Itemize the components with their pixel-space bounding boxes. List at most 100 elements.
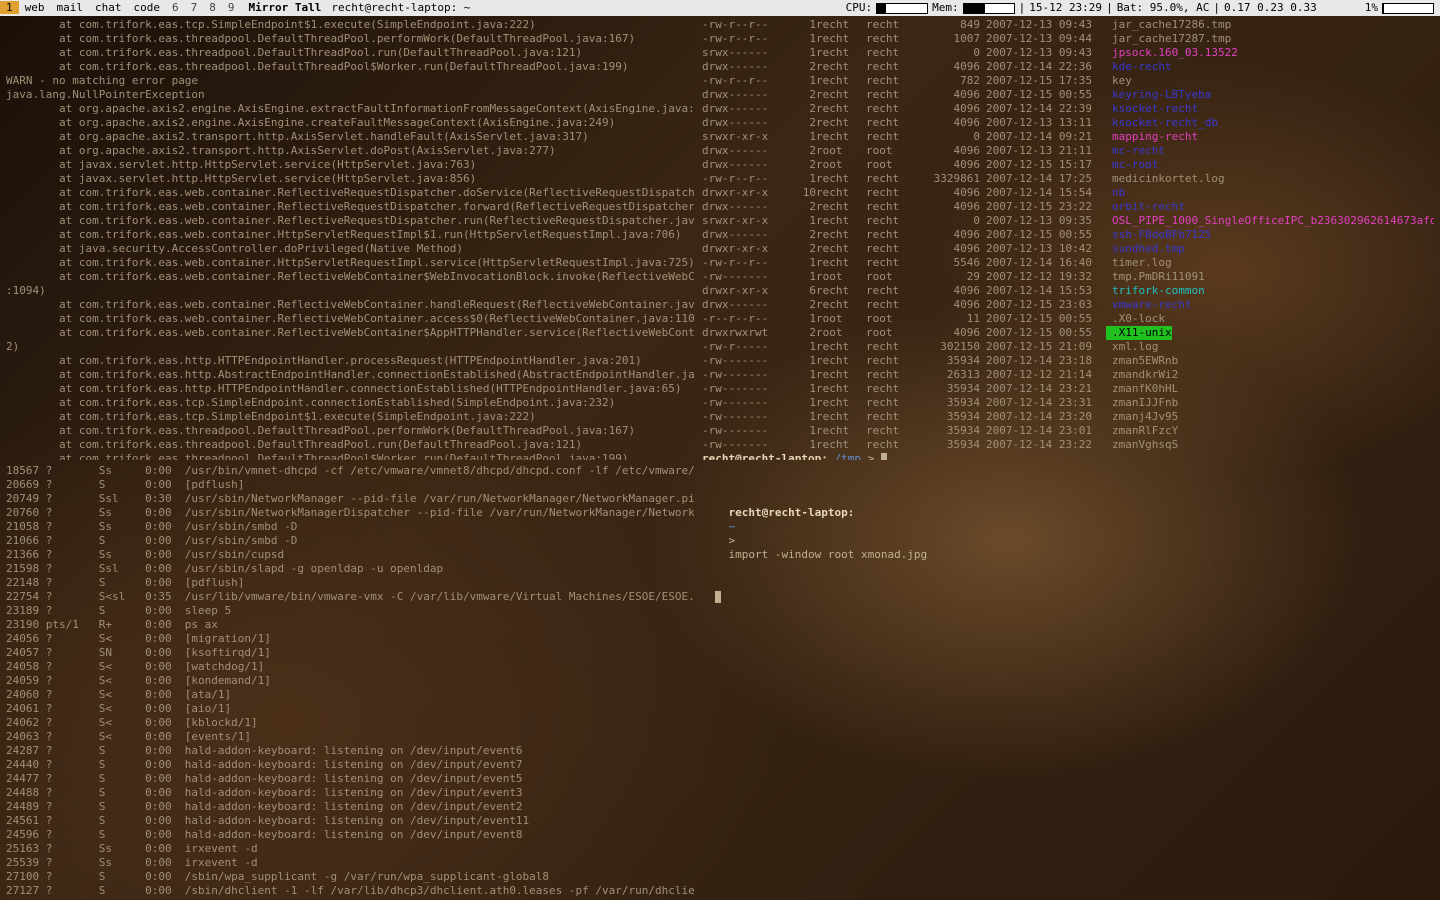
- ps-row: 23189 ? S 0:00 sleep 5: [6, 604, 694, 618]
- prompt-path: /tmp: [834, 452, 861, 460]
- cursor-icon: [715, 591, 721, 603]
- workspace-web[interactable]: web: [19, 1, 51, 14]
- cursor-icon: [881, 453, 887, 460]
- workspace-9[interactable]: 9: [222, 1, 241, 14]
- workspace-7[interactable]: 7: [185, 1, 204, 14]
- ls-row: srwxr-xr-x1rechtrecht02007-12-13 09:35OS…: [702, 214, 1434, 228]
- ls-row: drwx------2rechtrecht40962007-12-14 22:3…: [702, 60, 1434, 74]
- ls-row: -rw-------1rechtrecht359342007-12-14 23:…: [702, 424, 1434, 438]
- ls-filename: kde-recht: [1106, 60, 1172, 74]
- ps-row: 24056 ? S< 0:00 [migration/1]: [6, 632, 694, 646]
- ls-row: -rw-------1rechtrecht359342007-12-14 23:…: [702, 396, 1434, 410]
- ls-filename: zmanRlFzcY: [1106, 424, 1178, 438]
- cpu-label: CPU:: [846, 1, 873, 15]
- ls-row: drwxr-xr-x10rechtrecht40962007-12-14 15:…: [702, 186, 1434, 200]
- ps-row: 24059 ? S< 0:00 [kondemand/1]: [6, 674, 694, 688]
- terminal-import[interactable]: recht@recht-laptop: ~ > import -window r…: [702, 464, 1434, 896]
- ls-filename: OSL_PIPE_1000_SingleOfficeIPC_b236302962…: [1106, 214, 1434, 228]
- ls-filename: jar_cache17287.tmp: [1106, 32, 1231, 46]
- net-meter: [1382, 3, 1434, 14]
- ps-row: 24561 ? S 0:00 hald-addon-keyboard: list…: [6, 814, 694, 828]
- ls-row: drwx------2rechtrecht40962007-12-14 22:3…: [702, 102, 1434, 116]
- ps-row: 24061 ? S< 0:00 [aio/1]: [6, 702, 694, 716]
- ps-row: 22754 ? S<sl 0:35 /usr/lib/vmware/bin/vm…: [6, 590, 694, 604]
- cpu-meter: [876, 3, 928, 14]
- clock: 15-12 23:29: [1029, 1, 1102, 15]
- ls-filename: trifork-common: [1106, 284, 1205, 298]
- ls-filename: nb: [1106, 186, 1125, 200]
- workspace-8[interactable]: 8: [203, 1, 222, 14]
- ls-row: -rw-------1rechtrecht359342007-12-14 23:…: [702, 410, 1434, 424]
- ls-filename: zmandkrWi2: [1106, 368, 1178, 382]
- ls-row: -rw-r--r--1rechtrecht10072007-12-13 09:4…: [702, 32, 1434, 46]
- ls-filename: mc-root: [1106, 158, 1158, 172]
- ls-filename: ksocket-recht: [1106, 102, 1198, 116]
- ls-filename: orbit-recht: [1106, 200, 1185, 214]
- mem-label: Mem:: [932, 1, 959, 15]
- ls-row: -rw-r-----1rechtrecht3021502007-12-15 21…: [702, 340, 1434, 354]
- ls-row: drwxr-xr-x6rechtrecht40962007-12-14 15:5…: [702, 284, 1434, 298]
- ls-filename: medicinkortet.log: [1106, 172, 1225, 186]
- ls-row: drwx------2rootroot40962007-12-13 21:11m…: [702, 144, 1434, 158]
- layout-name: Mirror Tall: [249, 1, 322, 15]
- prompt-host: recht@recht-laptop:: [702, 452, 828, 460]
- ps-row: 24287 ? S 0:00 hald-addon-keyboard: list…: [6, 744, 694, 758]
- ls-filename: .X11-unix: [1106, 326, 1172, 340]
- ps-row: 21366 ? Ss 0:00 /usr/sbin/cupsd: [6, 548, 694, 562]
- mem-meter: [963, 3, 1015, 14]
- terminal-ps[interactable]: 18567 ? Ss 0:00 /usr/bin/vmnet-dhcpd -cf…: [6, 464, 694, 896]
- ls-filename: timer.log: [1106, 256, 1172, 270]
- ps-row: 23190 pts/1 R+ 0:00 ps ax: [6, 618, 694, 632]
- workspace-1[interactable]: 1: [0, 1, 19, 14]
- ps-row: 25539 ? Ss 0:00 irxevent -d: [6, 856, 694, 870]
- ps-row: 27100 ? S 0:00 /sbin/wpa_supplicant -g /…: [6, 870, 694, 884]
- ps-row: 24477 ? S 0:00 hald-addon-keyboard: list…: [6, 772, 694, 786]
- ls-row: -rw-r--r--1rechtrecht33298612007-12-14 1…: [702, 172, 1434, 186]
- ls-filename: sundhed.tmp: [1106, 242, 1185, 256]
- ls-filename: vmware-recht: [1106, 298, 1191, 312]
- ps-row: 24060 ? S< 0:00 [ata/1]: [6, 688, 694, 702]
- workspace-mail[interactable]: mail: [51, 1, 90, 14]
- ls-row: srwxr-xr-x1rechtrecht02007-12-14 09:21ma…: [702, 130, 1434, 144]
- ps-row: 24488 ? S 0:00 hald-addon-keyboard: list…: [6, 786, 694, 800]
- ps-row: 20749 ? Ssl 0:30 /usr/sbin/NetworkManage…: [6, 492, 694, 506]
- ls-row: drwx------2rechtrecht40962007-12-15 00:5…: [702, 88, 1434, 102]
- workspace-chat[interactable]: chat: [89, 1, 128, 14]
- ps-row: 21598 ? Ssl 0:00 /usr/sbin/slapd -g open…: [6, 562, 694, 576]
- ls-row: drwx------2rechtrecht40962007-12-15 00:5…: [702, 228, 1434, 242]
- ls-row: drwx------2rechtrecht40962007-12-15 23:0…: [702, 298, 1434, 312]
- ls-filename: ssh-FBdoBFb7125: [1106, 228, 1211, 242]
- ls-filename: tmp.PmDRi11091: [1106, 270, 1205, 284]
- ls-row: -rw-------1rechtrecht263132007-12-12 21:…: [702, 368, 1434, 382]
- ls-filename: xml.log: [1106, 340, 1158, 354]
- ps-row: 18567 ? Ss 0:00 /usr/bin/vmnet-dhcpd -cf…: [6, 464, 694, 478]
- ls-filename: zman5EWRnb: [1106, 354, 1178, 368]
- ls-filename: zmanj4Jv95: [1106, 410, 1178, 424]
- ls-row: -rw-------1rechtrecht359342007-12-14 23:…: [702, 354, 1434, 368]
- ps-row: 24596 ? S 0:00 hald-addon-keyboard: list…: [6, 828, 694, 842]
- ls-row: -rw-r--r--1rechtrecht8492007-12-13 09:43…: [702, 18, 1434, 32]
- ps-row: 27127 ? S 0:00 /sbin/dhclient -1 -lf /va…: [6, 884, 694, 896]
- ps-row: 24062 ? S< 0:00 [kblockd/1]: [6, 716, 694, 730]
- ls-row: drwx------2rechtrecht40962007-12-13 13:1…: [702, 116, 1434, 130]
- ls-filename: jar_cache17286.tmp: [1106, 18, 1231, 32]
- workspace-6[interactable]: 6: [166, 1, 185, 14]
- ls-filename: .X0-lock: [1106, 312, 1165, 326]
- ls-filename: mapping-recht: [1106, 130, 1198, 144]
- prompt-path: ~: [729, 520, 736, 533]
- ls-row: -rw-------1rechtrecht359342007-12-14 23:…: [702, 438, 1434, 452]
- ls-filename: jpsock.160_03.13522: [1106, 46, 1238, 60]
- ls-filename: zmanIJJFnb: [1106, 396, 1178, 410]
- ps-row: 21058 ? Ss 0:00 /usr/sbin/smbd -D: [6, 520, 694, 534]
- ps-row: 25163 ? Ss 0:00 irxevent -d: [6, 842, 694, 856]
- ls-filename: keyring-LBTyeba: [1106, 88, 1211, 102]
- load-average: 0.17 0.23 0.33: [1224, 1, 1317, 15]
- ps-row: 24058 ? S< 0:00 [watchdog/1]: [6, 660, 694, 674]
- terminal-stacktrace[interactable]: at com.trifork.eas.tcp.SimpleEndpoint$1.…: [6, 18, 694, 460]
- prompt-host: recht@recht-laptop:: [729, 506, 855, 519]
- terminal-ls[interactable]: -rw-r--r--1rechtrecht8492007-12-13 09:43…: [702, 18, 1434, 460]
- ls-row: drwxrwxrwt2rootroot40962007-12-15 00:55.…: [702, 326, 1434, 340]
- command-text: import -window root xmonad.jpg: [729, 548, 928, 561]
- workspace-code[interactable]: code: [128, 1, 167, 14]
- ls-row: drwx------2rechtrecht40962007-12-15 23:2…: [702, 200, 1434, 214]
